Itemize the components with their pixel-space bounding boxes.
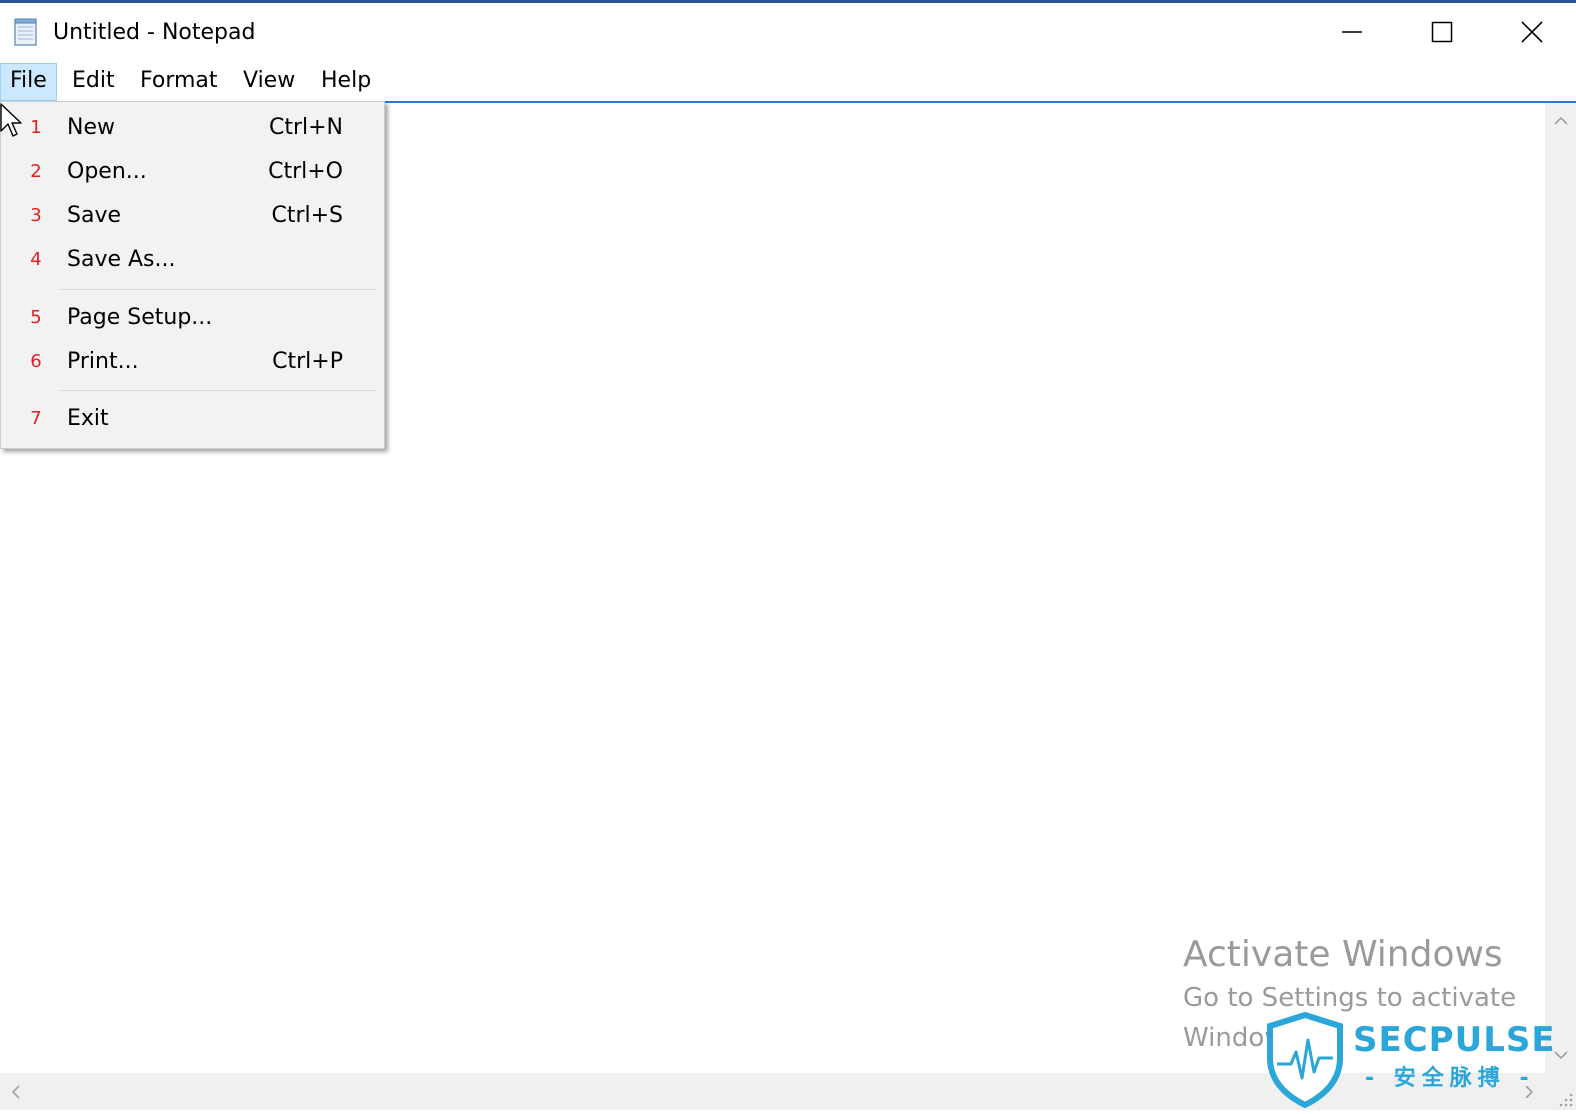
maximize-icon bbox=[1431, 21, 1453, 43]
menu-item-label: Print... bbox=[67, 349, 139, 374]
minimize-button[interactable] bbox=[1308, 3, 1396, 61]
menu-item-page-setup[interactable]: 5 Page Setup... bbox=[1, 298, 384, 338]
menu-format[interactable]: Format bbox=[131, 63, 227, 99]
menu-item-number: 3 bbox=[30, 205, 42, 226]
menu-item-label: Exit bbox=[67, 406, 109, 431]
menu-item-save-as[interactable]: 4 Save As... bbox=[1, 240, 384, 280]
notepad-app-icon bbox=[14, 18, 37, 46]
menu-edit[interactable]: Edit bbox=[63, 63, 124, 99]
menu-item-label: Page Setup... bbox=[67, 305, 213, 330]
secpulse-logo: SECPULSE - 安全脉搏 - bbox=[1265, 1012, 1565, 1108]
menu-item-label: Save As... bbox=[67, 247, 176, 272]
window-title: Untitled - Notepad bbox=[53, 20, 256, 45]
shield-icon bbox=[1267, 1012, 1343, 1108]
menu-item-label: Open... bbox=[67, 159, 147, 184]
menu-bar: File Edit Format View Help bbox=[0, 61, 1576, 101]
menu-item-print[interactable]: 6 Print... Ctrl+P bbox=[1, 342, 384, 382]
menu-item-number: 1 bbox=[30, 117, 42, 138]
menu-item-shortcut: Ctrl+N bbox=[268, 115, 343, 140]
menu-item-open[interactable]: 2 Open... Ctrl+O bbox=[1, 152, 384, 192]
minimize-icon bbox=[1342, 31, 1362, 33]
menu-item-number: 4 bbox=[30, 249, 42, 270]
vertical-scrollbar[interactable] bbox=[1545, 103, 1576, 1073]
activate-title: Activate Windows bbox=[1183, 934, 1503, 975]
close-icon bbox=[1521, 21, 1543, 43]
menu-item-new[interactable]: 1 New Ctrl+N bbox=[1, 108, 384, 148]
menu-item-shortcut: Ctrl+O bbox=[268, 159, 343, 184]
menu-item-exit[interactable]: 7 Exit bbox=[1, 399, 384, 439]
scroll-left-button[interactable] bbox=[0, 1073, 32, 1110]
menu-item-number: 7 bbox=[30, 408, 42, 429]
menu-item-label: Save bbox=[67, 203, 122, 228]
maximize-button[interactable] bbox=[1398, 3, 1486, 61]
menu-help[interactable]: Help bbox=[312, 63, 380, 99]
menu-separator bbox=[59, 289, 377, 290]
menu-item-label: New bbox=[67, 115, 115, 140]
menu-view[interactable]: View bbox=[234, 63, 304, 99]
chevron-up-icon bbox=[1553, 116, 1568, 125]
menu-item-number: 2 bbox=[30, 161, 42, 182]
menu-item-number: 5 bbox=[30, 307, 42, 328]
close-button[interactable] bbox=[1488, 3, 1576, 61]
menu-item-number: 6 bbox=[30, 351, 42, 372]
mouse-pointer-icon bbox=[0, 103, 22, 137]
scroll-up-button[interactable] bbox=[1545, 103, 1576, 139]
menu-file[interactable]: File bbox=[0, 63, 57, 101]
file-menu-dropdown: 1 New Ctrl+N 2 Open... Ctrl+O 3 Save Ctr… bbox=[0, 101, 385, 449]
menu-separator bbox=[59, 390, 377, 391]
chevron-left-icon bbox=[11, 1084, 20, 1099]
logo-subtext: - 安全脉搏 - bbox=[1365, 1066, 1535, 1091]
logo-text: SECPULSE bbox=[1353, 1020, 1556, 1060]
menu-item-save[interactable]: 3 Save Ctrl+S bbox=[1, 196, 384, 236]
menu-item-shortcut: Ctrl+S bbox=[271, 203, 343, 228]
title-bar[interactable]: Untitled - Notepad bbox=[0, 3, 1576, 61]
menu-item-shortcut: Ctrl+P bbox=[272, 349, 343, 374]
